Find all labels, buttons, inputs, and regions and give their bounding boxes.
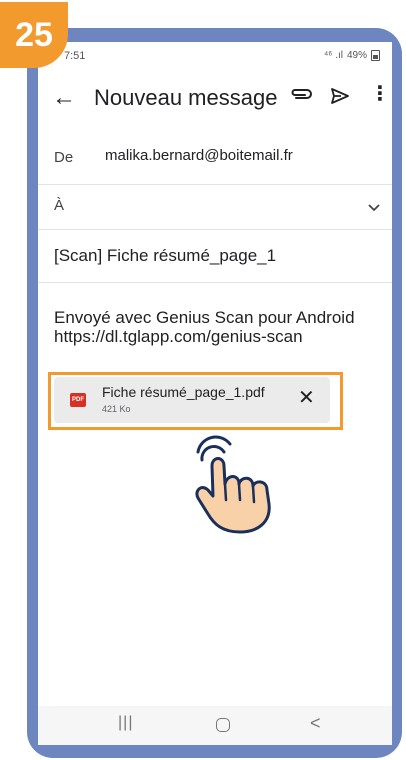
system-nav-bar: ||| < — [38, 706, 392, 745]
body-line-1: Envoyé avec Genius Scan pour Android — [54, 308, 355, 327]
signal-icon: ⁴⁶ .ıl — [324, 50, 343, 61]
to-label: À — [54, 197, 65, 214]
subject-field[interactable]: [Scan] Fiche résumé_page_1 — [38, 230, 392, 283]
page-title: Nouveau message — [94, 85, 278, 110]
paperclip-icon[interactable] — [290, 87, 312, 106]
more-options-icon[interactable]: ⋮ — [370, 84, 390, 104]
back-arrow-icon[interactable]: ← — [52, 84, 76, 112]
message-body[interactable]: Envoyé avec Genius Scan pour Android htt… — [54, 308, 355, 346]
status-indicators: ⁴⁶ .ıl 49% — [324, 50, 380, 61]
pdf-file-icon: PDF — [70, 393, 86, 407]
status-time: 7:51 — [64, 50, 86, 62]
attachment-chip[interactable]: PDF Fiche résumé_page_1.pdf 421 Ko ✕ — [54, 377, 330, 423]
send-icon[interactable] — [330, 87, 350, 110]
attachment-size: 421 Ko — [102, 404, 131, 414]
battery-icon — [371, 50, 380, 61]
battery-percent: 49% — [346, 50, 367, 61]
app-bar: ← Nouveau message ⋮ — [38, 78, 392, 126]
body-line-2: https://dl.tglapp.com/genius-scan — [54, 327, 303, 346]
recents-icon[interactable]: ||| — [118, 714, 133, 732]
subject-value: [Scan] Fiche résumé_page_1 — [54, 246, 277, 265]
from-field[interactable]: De malika.bernard@boitemail.fr — [38, 132, 392, 185]
attachment-name: Fiche résumé_page_1.pdf — [102, 384, 265, 400]
home-icon[interactable] — [216, 718, 230, 732]
to-field[interactable]: À — [38, 185, 392, 230]
phone-screen: 7:51 ⁴⁶ .ıl 49% ← Nouveau message ⋮ De m… — [38, 42, 392, 745]
chevron-down-icon[interactable] — [368, 199, 380, 217]
close-icon[interactable]: ✕ — [298, 388, 315, 408]
nav-back-icon[interactable]: < — [310, 713, 321, 734]
tap-hand-icon — [178, 430, 288, 539]
from-label: De — [54, 149, 74, 166]
from-value: malika.bernard@boitemail.fr — [105, 147, 293, 164]
step-number-badge: 25 — [0, 2, 68, 68]
status-bar: 7:51 ⁴⁶ .ıl 49% — [38, 42, 392, 72]
